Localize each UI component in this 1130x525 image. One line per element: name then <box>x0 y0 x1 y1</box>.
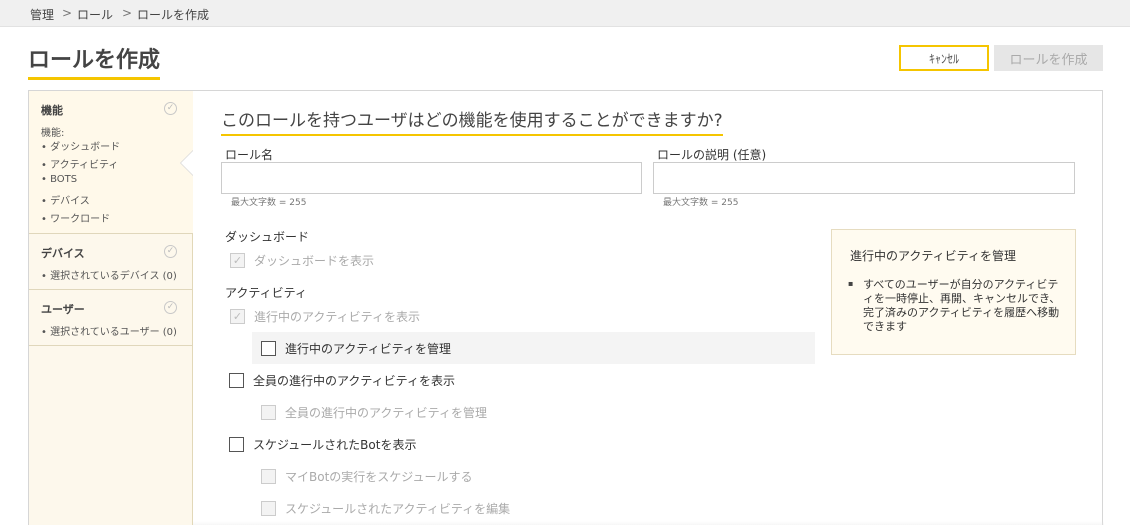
view-in-progress-activity-checkbox: ✓ 進行中のアクティビティを表示 <box>230 305 420 327</box>
sidebar-section-devices[interactable]: デバイス ✓ • 選択されているデバイス (0) <box>29 234 193 290</box>
role-form-panel: 機能 ✓ 機能: • ダッシュボード • アクティビティ • BOTS • デバ… <box>28 90 1104 525</box>
sidebar-section-users[interactable]: ユーザー ✓ • 選択されているユーザー (0) <box>29 290 193 346</box>
breadcrumb-item-roles[interactable]: ロール <box>77 6 113 23</box>
checkbox-checked: ✓ <box>230 252 245 268</box>
sidebar-section-title: デバイス <box>41 247 85 260</box>
page-title: ロールを作成 <box>28 42 161 80</box>
manage-all-in-progress-activity-checkbox: 全員の進行中のアクティビティを管理 <box>261 401 487 423</box>
view-all-in-progress-activity-checkbox[interactable]: 全員の進行中のアクティビティを表示 <box>229 369 455 391</box>
sidebar-selected-count: • 選択されているデバイス (0) <box>41 271 177 282</box>
cancel-button[interactable]: ｷｬﾝｾﾙ <box>899 45 989 71</box>
breadcrumb-separator: > <box>62 6 73 20</box>
active-section-pointer-fill <box>181 151 193 175</box>
check-circle-icon: ✓ <box>164 102 177 115</box>
role-name-hint: 最大文字数 = 255 <box>231 198 307 208</box>
role-name-label: ロール名 <box>225 148 274 162</box>
main-heading: このロールを持つユーザはどの機能を使用することができますか? <box>221 106 723 136</box>
sidebar-feature-item: • デバイス <box>41 196 90 207</box>
sidebar-feature-item: • ダッシュボード <box>41 142 121 153</box>
sidebar-feature-item: • BOTS <box>41 174 78 185</box>
sidebar-section-title: ユーザー <box>41 303 85 316</box>
checkbox[interactable] <box>229 372 244 388</box>
check-circle-icon: ✓ <box>164 245 177 258</box>
sidebar: 機能 ✓ 機能: • ダッシュボード • アクティビティ • BOTS • デバ… <box>29 91 193 525</box>
role-description-input[interactable] <box>653 162 1075 194</box>
info-title: 進行中のアクティビティを管理 <box>850 249 1016 263</box>
role-name-input[interactable] <box>221 162 642 194</box>
checkbox[interactable] <box>261 340 276 356</box>
activity-group-title: アクティビティ <box>225 286 307 300</box>
view-dashboard-checkbox: ✓ ダッシュボードを表示 <box>230 249 374 271</box>
breadcrumb: 管理 > ロール > ロールを作成 <box>0 0 1130 27</box>
role-description-label: ロールの説明 (任意) <box>657 148 767 162</box>
sidebar-section-title: 機能 <box>41 104 63 117</box>
breadcrumb-item-current: ロールを作成 <box>137 8 210 22</box>
info-text: すべてのユーザーが自分のアクティビティを一時停止、再開、キャンセルでき、完了済み… <box>863 278 1061 333</box>
info-bullet: ▪ <box>848 279 854 288</box>
edit-scheduled-activity-checkbox: スケジュールされたアクティビティを編集 <box>261 497 510 519</box>
breadcrumb-item-admin[interactable]: 管理 <box>30 6 54 23</box>
sidebar-selected-count: • 選択されているユーザー (0) <box>41 327 177 338</box>
check-circle-icon: ✓ <box>164 301 177 314</box>
scroll-shadow <box>193 521 1104 525</box>
checkbox-checked: ✓ <box>230 308 245 324</box>
manage-in-progress-activity-checkbox[interactable]: 進行中のアクティビティを管理 <box>261 337 451 359</box>
view-scheduled-bots-checkbox[interactable]: スケジュールされたBotを表示 <box>229 433 416 455</box>
checkbox[interactable] <box>229 436 244 452</box>
sidebar-feature-item: • アクティビティ <box>41 160 119 171</box>
info-box: 進行中のアクティビティを管理 ▪ すべてのユーザーが自分のアクティビティを一時停… <box>831 229 1076 355</box>
checkbox <box>261 404 276 420</box>
sidebar-section-features[interactable]: 機能 ✓ 機能: • ダッシュボード • アクティビティ • BOTS • デバ… <box>29 91 193 234</box>
sidebar-subtitle: 機能: <box>41 128 65 139</box>
checkbox <box>261 500 276 516</box>
breadcrumb-separator: > <box>122 6 133 20</box>
checkbox <box>261 468 276 484</box>
schedule-my-bots-checkbox: マイBotの実行をスケジュールする <box>261 465 472 487</box>
sidebar-feature-item: • ワークロード <box>41 214 111 225</box>
create-role-button[interactable]: ロールを作成 <box>994 45 1103 71</box>
dashboard-group-title: ダッシュボード <box>225 230 310 244</box>
role-description-hint: 最大文字数 = 255 <box>663 198 739 208</box>
